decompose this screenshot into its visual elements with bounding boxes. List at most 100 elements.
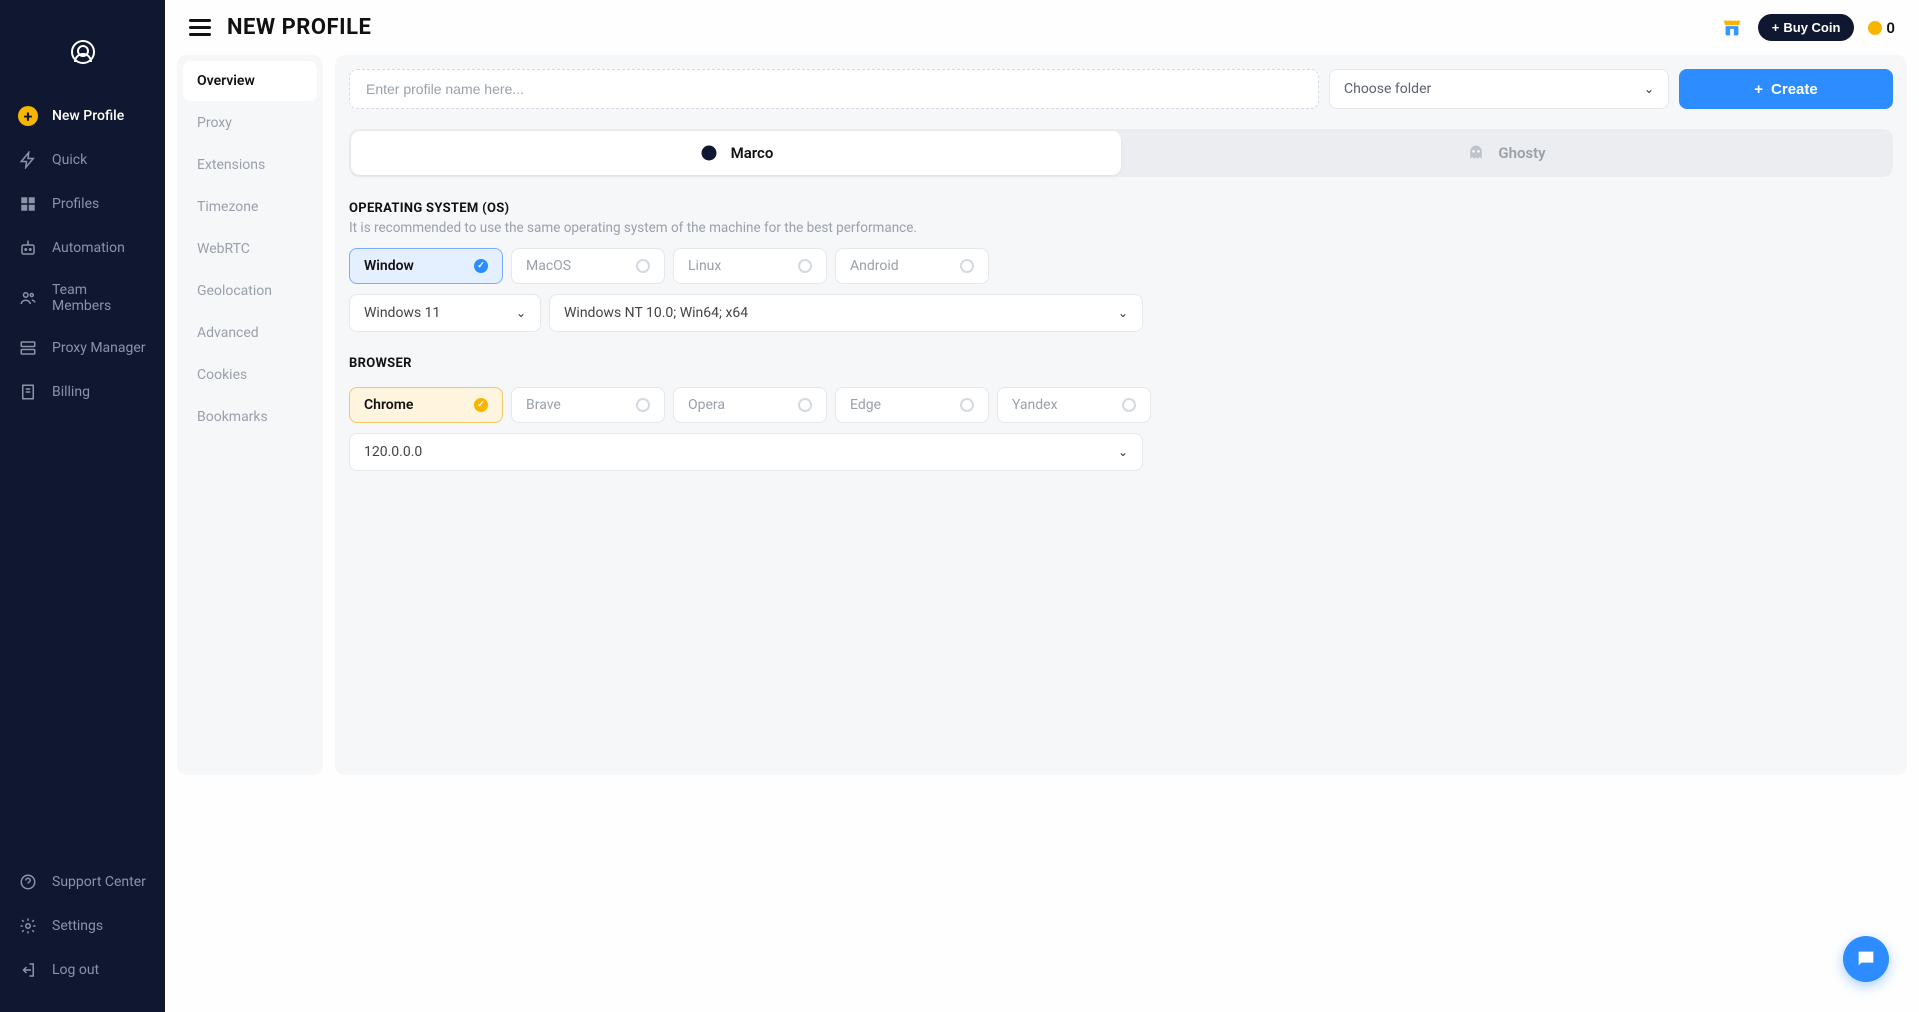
sidebar-item-profiles[interactable]: Profiles [0,182,165,226]
buy-coin-label: Buy Coin [1783,20,1840,35]
proxy-icon [18,338,38,358]
create-label: Create [1771,81,1818,98]
sidebar-item-label: Support Center [52,874,146,890]
plus-icon: + [18,106,38,126]
sidebar-item-support[interactable]: Support Center [0,860,165,904]
subnav-webrtc[interactable]: WebRTC [183,229,317,269]
browser-option-chrome[interactable]: Chrome [349,387,503,423]
store-icon[interactable] [1720,16,1744,40]
sidebar-item-label: Quick [52,152,87,168]
radio-icon [1122,398,1136,412]
content: Overview Proxy Extensions Timezone WebRT… [165,55,1919,787]
radio-checked-icon [474,259,488,273]
browser-option-label: Brave [526,397,561,413]
os-option-window[interactable]: Window [349,248,503,284]
sidebar-item-proxy-manager[interactable]: Proxy Manager [0,326,165,370]
main: NEW PROFILE + Buy Coin 0 Overview Proxy [165,0,1919,1012]
browser-option-label: Opera [688,397,725,413]
subnav-bookmarks[interactable]: Bookmarks [183,397,317,437]
sidebar-item-label: Log out [52,962,99,978]
profile-name-input[interactable] [349,69,1319,109]
os-option-android[interactable]: Android [835,248,989,284]
browser-version-select[interactable]: 120.0.0.0 ⌄ [349,433,1143,471]
chat-bubble-button[interactable] [1843,936,1889,982]
sidebar-item-label: Team Members [52,282,147,314]
sidebar-item-label: New Profile [52,108,124,124]
sidebar-item-label: Settings [52,918,103,934]
subnav: Overview Proxy Extensions Timezone WebRT… [177,55,323,775]
radio-icon [960,259,974,273]
radio-checked-icon [474,398,488,412]
folder-select[interactable]: Choose folder ⌄ [1329,69,1669,109]
robot-icon [18,238,38,258]
support-icon [18,872,38,892]
browser-option-brave[interactable]: Brave [511,387,665,423]
toprow: Choose folder ⌄ + Create [349,69,1893,109]
os-option-linux[interactable]: Linux [673,248,827,284]
sidebar-item-billing[interactable]: Billing [0,370,165,414]
os-section-title: OPERATING SYSTEM (OS) [349,201,1893,216]
browser-option-label: Yandex [1012,397,1058,413]
os-option-label: Android [850,258,899,274]
os-option-label: MacOS [526,258,571,274]
os-section-subtitle: It is recommended to use the same operat… [349,220,1893,236]
folder-select-label: Choose folder [1344,81,1431,97]
grid-icon [18,194,38,214]
sidebar-item-label: Profiles [52,196,99,212]
sidebar-item-new-profile[interactable]: + New Profile [0,94,165,138]
sidebar-item-automation[interactable]: Automation [0,226,165,270]
subnav-timezone[interactable]: Timezone [183,187,317,227]
tab-label: Marco [731,144,774,162]
user-agent-select[interactable]: Windows NT 10.0; Win64; x64 ⌄ [549,294,1143,332]
os-version-select[interactable]: Windows 11 ⌄ [349,294,541,332]
os-option-macos[interactable]: MacOS [511,248,665,284]
browser-option-yandex[interactable]: Yandex [997,387,1151,423]
browser-options: Chrome Brave Opera Edge [349,387,1893,423]
bolt-icon [18,150,38,170]
coin-balance[interactable]: 0 [1868,19,1895,37]
users-icon [18,288,38,308]
tab-label: Ghosty [1498,144,1545,162]
sidebar: + New Profile Quick Profiles Automation … [0,0,165,1012]
bottom-menu: Support Center Settings Log out [0,860,165,992]
subnav-advanced[interactable]: Advanced [183,313,317,353]
sidebar-item-label: Billing [52,384,90,400]
radio-icon [960,398,974,412]
coin-icon [1868,21,1882,35]
sidebar-item-settings[interactable]: Settings [0,904,165,948]
chevron-down-icon: ⌄ [516,306,526,320]
tabs: Marco Ghosty [349,129,1893,177]
browser-option-edge[interactable]: Edge [835,387,989,423]
chevron-down-icon: ⌄ [1118,445,1128,459]
sidebar-item-logout[interactable]: Log out [0,948,165,992]
browser-selects: 120.0.0.0 ⌄ [349,433,1893,471]
sidebar-item-label: Proxy Manager [52,340,146,356]
browser-section-title: BROWSER [349,356,1893,371]
receipt-icon [18,382,38,402]
buy-coin-button[interactable]: + Buy Coin [1758,14,1855,41]
radio-icon [636,259,650,273]
create-button[interactable]: + Create [1679,69,1893,109]
marco-icon [699,143,719,163]
subnav-overview[interactable]: Overview [183,61,317,101]
plus-small-icon: + [1772,20,1780,35]
sidebar-item-team-members[interactable]: Team Members [0,270,165,326]
os-selects: Windows 11 ⌄ Windows NT 10.0; Win64; x64… [349,294,1893,332]
avatar-icon[interactable] [71,40,95,64]
subnav-cookies[interactable]: Cookies [183,355,317,395]
subnav-proxy[interactable]: Proxy [183,103,317,143]
os-option-label: Window [364,258,414,274]
main-menu: + New Profile Quick Profiles Automation … [0,94,165,860]
tab-marco[interactable]: Marco [351,131,1121,175]
gear-icon [18,916,38,936]
os-option-label: Linux [688,258,721,274]
radio-icon [798,259,812,273]
browser-option-label: Chrome [364,397,413,413]
tab-ghosty[interactable]: Ghosty [1121,131,1891,175]
subnav-geolocation[interactable]: Geolocation [183,271,317,311]
subnav-extensions[interactable]: Extensions [183,145,317,185]
hamburger-icon[interactable] [189,19,211,36]
browser-option-opera[interactable]: Opera [673,387,827,423]
radio-icon [636,398,650,412]
sidebar-item-quick[interactable]: Quick [0,138,165,182]
